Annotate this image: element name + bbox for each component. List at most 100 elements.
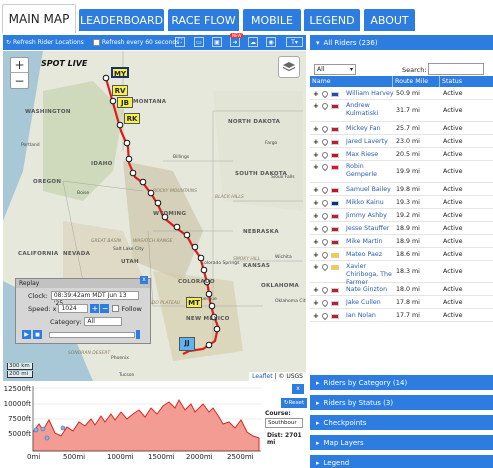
rider-row[interactable]: + Nate Ginzton 18.0 mi Active	[310, 283, 493, 296]
rider-marker-rv[interactable]: RV	[112, 85, 128, 96]
track-icon[interactable]: ◉	[266, 37, 276, 47]
favorite-icon[interactable]	[320, 250, 330, 260]
section-map-layers[interactable]: ▸ Map Layers	[310, 435, 493, 450]
refresh-every-checkbox[interactable]	[92, 39, 100, 46]
rider-name[interactable]: William Harvey	[346, 90, 394, 98]
rider-row[interactable]: + Ian Nolan 17.7 mi Active	[310, 309, 493, 322]
rider-name[interactable]: Andrew Kulmatiski	[346, 102, 394, 118]
rider-marker-rk[interactable]: RK	[124, 113, 140, 124]
all-riders-header[interactable]: ▾ All Riders (236)	[310, 35, 493, 50]
section-legend[interactable]: ▸ Legend	[310, 455, 493, 468]
rider-name[interactable]: Max Riese	[346, 151, 394, 159]
favorite-icon[interactable]	[320, 185, 330, 195]
tab-leaderboard[interactable]: LEADERBOARD	[79, 9, 164, 31]
rider-marker-mt[interactable]: MT	[186, 297, 202, 308]
follow-checkbox[interactable]	[112, 305, 120, 312]
rider-row[interactable]: + Xavier Chiriboga, The Farmer 18.3 mi Acti…	[310, 261, 493, 286]
rider-name[interactable]: Jared Laverty	[346, 138, 394, 146]
search-input[interactable]	[428, 63, 484, 75]
rider-name[interactable]: Nate Ginzton	[346, 286, 394, 294]
speed-increase-button[interactable]: +	[90, 304, 100, 313]
favorite-icon[interactable]	[320, 101, 330, 111]
expand-icon[interactable]: +	[313, 186, 319, 194]
rider-name[interactable]: Mickey Fan	[346, 125, 394, 133]
expand-icon[interactable]: +	[313, 163, 319, 171]
col-status[interactable]: Status	[440, 76, 485, 87]
zoom-out-button[interactable]: −	[11, 73, 28, 88]
favorite-icon[interactable]	[320, 262, 330, 272]
rider-row[interactable]: + Jimmy Ashby 19.2 mi Active	[310, 209, 493, 222]
favorite-icon[interactable]	[320, 137, 330, 147]
favorite-icon[interactable]	[320, 298, 330, 308]
favorite-icon[interactable]	[320, 285, 330, 295]
favorite-icon[interactable]	[320, 237, 330, 247]
expand-icon[interactable]: +	[313, 212, 319, 220]
course-select[interactable]: Southbour	[265, 418, 303, 428]
tab-mobile[interactable]: MOBILE	[243, 9, 301, 31]
leaflet-link[interactable]: Leaflet	[252, 373, 272, 380]
rider-row[interactable]: + Robin Gemperle 19.9 mi Active	[310, 161, 493, 183]
expand-icon[interactable]: +	[313, 138, 319, 146]
rider-name[interactable]: Jake Cullen	[346, 299, 394, 307]
rider-name[interactable]: Mateo Paez	[346, 251, 394, 259]
rider-row[interactable]: + Mikko Kainu 19.3 mi Active	[310, 196, 493, 209]
favorite-icon[interactable]	[320, 211, 330, 221]
tab-main-map[interactable]: MAIN MAP	[2, 4, 76, 33]
section-riders-by-category[interactable]: ▸ Riders by Category (14)	[310, 375, 493, 390]
favorite-icon[interactable]	[320, 224, 330, 234]
rider-name[interactable]: Jimmy Ashby	[346, 212, 394, 220]
expand-icon[interactable]: +	[313, 238, 319, 246]
favorite-icon[interactable]	[320, 150, 330, 160]
text-size-icon[interactable]: T▾	[286, 37, 303, 47]
favorite-icon[interactable]	[320, 89, 330, 99]
expand-icon[interactable]: +	[313, 225, 319, 233]
rider-name[interactable]: Ian Nolan	[346, 312, 394, 320]
category-select[interactable]: All	[84, 317, 123, 326]
rider-marker-jb[interactable]: JB	[117, 97, 133, 108]
section-checkpoints[interactable]: ▸ Checkpoints	[310, 415, 493, 430]
refresh-button[interactable]: ↻ Refresh Rider Locations	[3, 37, 87, 48]
rider-name[interactable]: Jesse Stauffer	[346, 225, 394, 233]
rider-name[interactable]: Samuel Bailey	[346, 186, 394, 194]
rider-marker-jj[interactable]: JJ	[179, 337, 195, 351]
play-button[interactable]: ▶	[22, 330, 31, 339]
rider-row[interactable]: + Jesse Stauffer 18.9 mi Active	[310, 222, 493, 235]
image-icon[interactable]: ▣	[212, 37, 222, 47]
measure-icon[interactable]: ▭	[194, 37, 204, 47]
rider-row[interactable]: + Max Riese 20.5 mi Active	[310, 148, 493, 161]
expand-icon[interactable]: +	[313, 125, 319, 133]
fullscreen-icon[interactable]: ⛶	[175, 37, 185, 47]
layers-button[interactable]	[278, 56, 300, 78]
rider-name[interactable]: Mike Martin	[346, 238, 394, 246]
rider-row[interactable]: + Jared Laverty 23.0 mi Active	[310, 135, 493, 148]
elevation-close-button[interactable]: x	[292, 384, 304, 394]
rider-row[interactable]: + Mickey Fan 25.7 mi Active	[310, 122, 493, 135]
speed-decrease-button[interactable]: −	[100, 304, 110, 313]
rider-marker-my[interactable]: MY	[111, 67, 130, 78]
col-route-mile[interactable]: Route Mile	[393, 76, 440, 87]
refresh-every-toggle[interactable]: Refresh every 60 seconds	[90, 37, 183, 48]
section-riders-by-status[interactable]: ▸ Riders by Status (3)	[310, 395, 493, 410]
zoom-in-button[interactable]: +	[11, 58, 28, 73]
rider-row[interactable]: + Samuel Bailey 19.8 mi Active	[310, 183, 493, 196]
col-name[interactable]: Name	[310, 76, 393, 87]
rider-row[interactable]: + Jake Cullen 17.8 mi Active	[310, 296, 493, 309]
rider-row[interactable]: + Mike Martin 18.9 mi Active	[310, 235, 493, 248]
rider-filter-select[interactable]: All ▾	[314, 64, 356, 75]
rider-name[interactable]: Mikko Kainu	[346, 199, 394, 207]
share-icon[interactable]: ➜	[230, 37, 240, 47]
expand-icon[interactable]: +	[313, 251, 319, 259]
expand-icon[interactable]: +	[313, 299, 319, 307]
rider-row[interactable]: + Andrew Kulmatiski 31.7 mi Active	[310, 100, 493, 122]
tab-about[interactable]: ABOUT	[364, 9, 415, 31]
favorite-icon[interactable]	[320, 198, 330, 208]
speed-input[interactable]: 1024	[58, 304, 89, 313]
expand-icon[interactable]: +	[313, 90, 319, 98]
stop-button[interactable]: ■	[33, 330, 42, 339]
tab-race-flow[interactable]: RACE FLOW	[168, 9, 239, 31]
rider-row[interactable]: + William Harvey 50.9 mi Active	[310, 87, 493, 100]
tab-legend[interactable]: LEGEND	[304, 9, 360, 31]
replay-slider-handle[interactable]	[136, 330, 140, 339]
expand-icon[interactable]: +	[313, 151, 319, 159]
expand-icon[interactable]: +	[313, 102, 319, 110]
